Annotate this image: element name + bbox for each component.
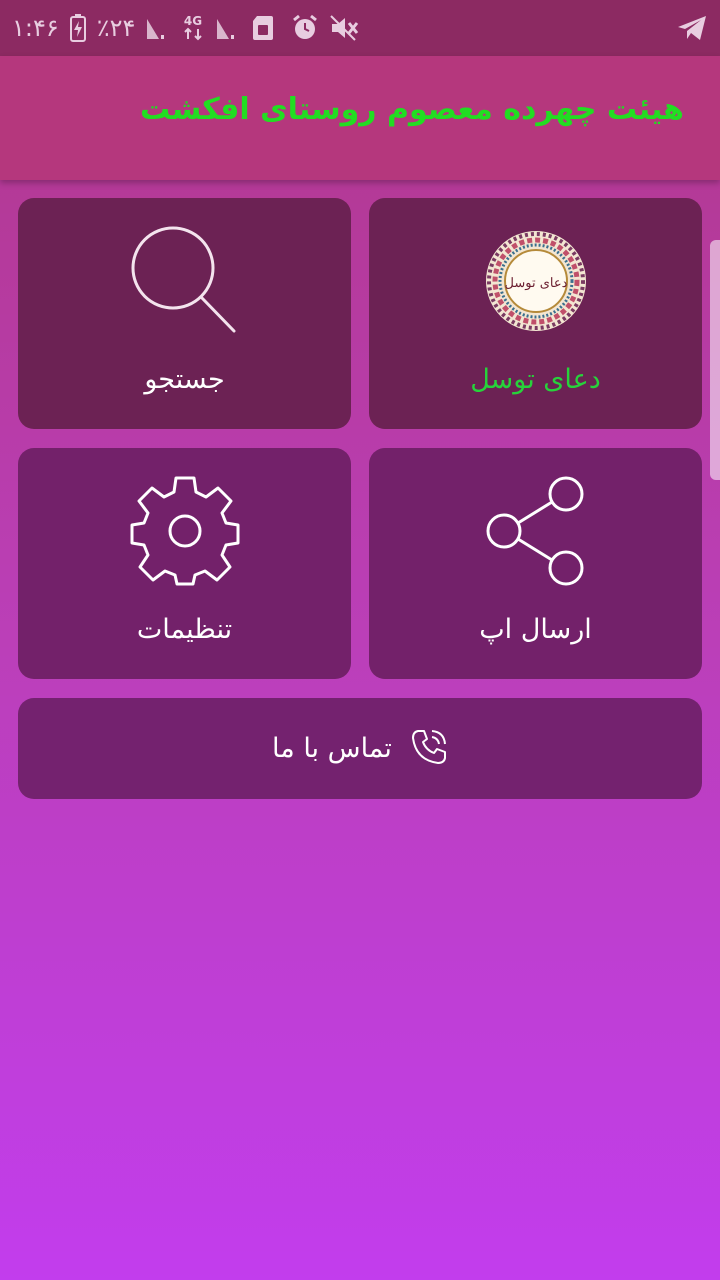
tile-label-search: جستجو: [144, 364, 225, 395]
tile-dua-tawassul[interactable]: دعای توسل دعای توسل: [369, 198, 702, 429]
app-title: هیئت چهرده معصوم روستای افکشت: [140, 92, 684, 127]
sim-card-icon: [251, 0, 275, 56]
app-bar: هیئت چهرده معصوم روستای افکشت: [0, 56, 720, 180]
scroll-indicator[interactable]: [710, 240, 720, 480]
network-4g-icon: 4G: [181, 0, 205, 56]
share-icon: [484, 476, 588, 586]
svg-text:4G: 4G: [184, 14, 202, 28]
status-bar: ۱:۴۶ ٪۲۴ 4G: [0, 0, 720, 56]
phone-icon: [410, 728, 448, 770]
gear-icon: [130, 476, 240, 586]
contact-us-button[interactable]: تماس با ما: [18, 698, 702, 799]
mute-icon: [329, 0, 359, 56]
dua-tawassul-emblem-icon: دعای توسل: [484, 226, 588, 336]
signal-icon: [145, 0, 171, 56]
contact-us-label: تماس با ما: [272, 733, 392, 764]
status-left: ۱:۴۶ ٪۲۴ 4G: [12, 0, 359, 56]
alarm-icon: [291, 0, 319, 56]
svg-text:دعای توسل: دعای توسل: [504, 276, 567, 291]
tile-share-app[interactable]: ارسال اپ: [369, 448, 702, 679]
signal-icon: [215, 0, 241, 56]
tile-label-settings: تنظیمات: [136, 614, 233, 645]
tile-search[interactable]: جستجو: [18, 198, 351, 429]
tile-settings[interactable]: تنظیمات: [18, 448, 351, 679]
tile-label-tawassul: دعای توسل: [470, 364, 601, 395]
battery-charging-icon: [69, 0, 87, 56]
telegram-icon: [676, 0, 708, 56]
tile-label-share: ارسال اپ: [479, 614, 592, 645]
status-time: ۱:۴۶: [12, 14, 59, 42]
search-icon: [130, 226, 240, 336]
battery-percent: ٪۲۴: [96, 14, 136, 42]
